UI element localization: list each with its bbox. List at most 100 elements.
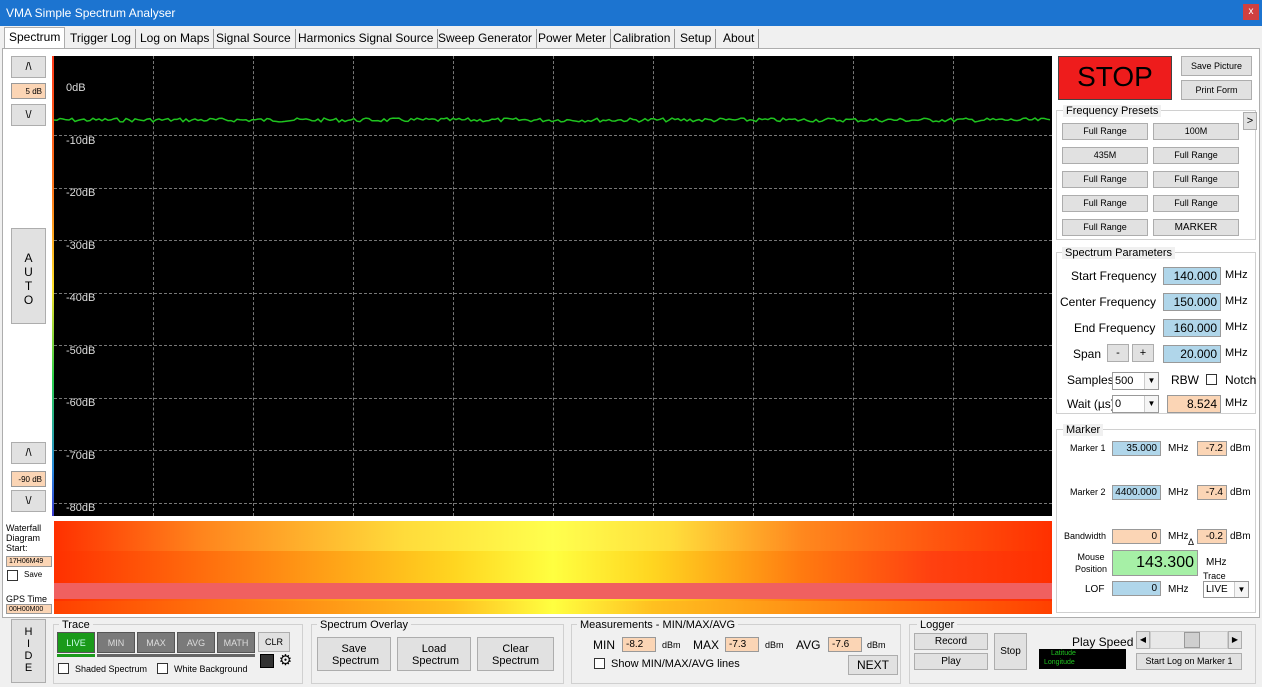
preset-button[interactable]: Full Range	[1062, 123, 1148, 140]
preset-button[interactable]: 435M	[1062, 147, 1148, 164]
marker2-frequency-input[interactable]: 4400.000	[1112, 485, 1161, 500]
marker-title: Marker	[1063, 424, 1104, 436]
longitude-label: Longitude	[1044, 659, 1075, 666]
white-background-checkbox[interactable]	[157, 663, 168, 674]
preset-button[interactable]: Full Range	[1153, 195, 1239, 212]
preset-button[interactable]: Full Range	[1153, 171, 1239, 188]
dbm-unit: dBm	[1230, 487, 1251, 498]
spectrum-parameters-title: Spectrum Parameters	[1062, 247, 1175, 259]
show-lines-label: Show MIN/MAX/AVG lines	[611, 658, 740, 670]
lof-label: LOF	[1085, 584, 1105, 595]
clear-spectrum-button[interactable]: Clear Spectrum	[477, 637, 554, 671]
trace-avg-button[interactable]: AVG	[177, 632, 215, 653]
mhz-unit: MHz	[1225, 397, 1248, 409]
max-label: MAX	[693, 638, 720, 652]
measurements-title: Measurements - MIN/MAX/AVG	[577, 619, 739, 631]
bandwidth-label: Bandwidth	[1064, 531, 1107, 541]
save-spectrum-button[interactable]: Save Spectrum	[317, 637, 391, 671]
center-frequency-input[interactable]: 150.000	[1163, 293, 1221, 311]
trace-math-button[interactable]: MATH	[217, 632, 255, 653]
spectrum-plot[interactable]: 0dB -10dB -20dB -30dB -40dB -50dB -60dB …	[54, 56, 1052, 516]
save-waterfall-checkbox[interactable]	[7, 570, 18, 581]
preset-button[interactable]: Full Range	[1062, 195, 1148, 212]
tab-trigger-log[interactable]: Trigger Log	[66, 29, 136, 49]
close-button[interactable]: x	[1243, 4, 1259, 20]
max-value: -7.3	[725, 637, 759, 652]
start-log-button[interactable]: Start Log on Marker 1	[1136, 653, 1242, 670]
wait-label: Wait (µs)	[1067, 397, 1115, 411]
mhz-unit: MHz	[1168, 443, 1189, 454]
play-speed-slider[interactable]	[1150, 631, 1228, 649]
trace-min-button[interactable]: MIN	[97, 632, 135, 653]
waterfall-diagram[interactable]	[54, 521, 1052, 614]
lof-input[interactable]: 0	[1112, 581, 1161, 596]
chevron-down-icon: ▼	[1234, 582, 1248, 597]
marker1-frequency-input[interactable]: 35.000	[1112, 441, 1161, 456]
span-increase-button[interactable]: +	[1132, 344, 1154, 362]
tab-sweep-generator[interactable]: Sweep Generator	[434, 29, 538, 49]
mhz-unit: MHz	[1225, 321, 1248, 333]
mhz-unit: MHz	[1225, 295, 1248, 307]
waterfall-band	[54, 521, 1052, 551]
bottom-level-value: -90 dB	[11, 471, 46, 487]
trace-select[interactable]: LIVE ▼	[1203, 581, 1249, 598]
trace-live-button[interactable]: LIVE	[57, 632, 95, 653]
auto-button[interactable]: AUTO	[11, 228, 46, 324]
tab-calibration[interactable]: Calibration	[609, 29, 676, 49]
play-button[interactable]: Play	[914, 653, 988, 670]
hide-button[interactable]: HIDE	[11, 619, 46, 683]
trace-indicator-bar	[97, 654, 255, 657]
next-button[interactable]: NEXT	[848, 655, 898, 675]
bandwidth-level: -0.2	[1197, 529, 1227, 544]
notch-checkbox[interactable]	[1206, 374, 1217, 385]
tab-spectrum[interactable]: Spectrum	[4, 27, 66, 49]
preset-button[interactable]: Full Range	[1153, 147, 1239, 164]
slider-right-button[interactable]: ▶	[1228, 631, 1242, 649]
shaded-spectrum-checkbox[interactable]	[58, 663, 69, 674]
min-label: MIN	[593, 638, 615, 652]
tab-power-meter[interactable]: Power Meter	[534, 29, 612, 49]
presets-more-button[interactable]: >	[1243, 112, 1257, 130]
samples-select[interactable]: 500 ▼	[1112, 372, 1159, 390]
tab-signal-source[interactable]: Signal Source	[212, 29, 296, 49]
span-decrease-button[interactable]: -	[1107, 344, 1129, 362]
save-picture-button[interactable]: Save Picture	[1181, 56, 1252, 76]
logger-stop-button[interactable]: Stop	[994, 633, 1027, 670]
preset-button[interactable]: 100M	[1153, 123, 1239, 140]
span-input[interactable]: 20.000	[1163, 345, 1221, 363]
top-level-down-button[interactable]: \/	[11, 104, 46, 126]
print-form-button[interactable]: Print Form	[1181, 80, 1252, 100]
save-waterfall-label: Save	[24, 570, 43, 579]
mhz-unit: MHz	[1168, 487, 1189, 498]
record-button[interactable]: Record	[914, 633, 988, 650]
tab-log-on-maps[interactable]: Log on Maps	[136, 29, 215, 49]
tab-harmonics-signal-source[interactable]: Harmonics Signal Source	[294, 29, 439, 49]
save-icon[interactable]	[260, 654, 274, 668]
wait-select[interactable]: 0 ▼	[1112, 395, 1159, 413]
gps-time-label: GPS Time	[6, 594, 48, 604]
slider-left-button[interactable]: ◀	[1136, 631, 1150, 649]
tab-about[interactable]: About	[719, 29, 760, 49]
bottom-level-down-button[interactable]: \/	[11, 490, 46, 512]
end-frequency-input[interactable]: 160.000	[1163, 319, 1221, 337]
preset-button[interactable]: Full Range	[1062, 171, 1148, 188]
samples-value: 500	[1115, 375, 1134, 387]
bottom-level-up-button[interactable]: /\	[11, 442, 46, 464]
marker1-level: -7.2	[1197, 441, 1227, 456]
show-lines-checkbox[interactable]	[594, 658, 605, 669]
bandwidth-value: 0	[1112, 529, 1161, 544]
slider-thumb[interactable]	[1184, 632, 1200, 648]
load-spectrum-button[interactable]: Load Spectrum	[397, 637, 471, 671]
mouse-position-value: 143.300	[1112, 550, 1198, 576]
tab-setup[interactable]: Setup	[676, 29, 717, 49]
samples-label: Samples	[1067, 373, 1114, 387]
preset-button[interactable]: Full Range	[1062, 219, 1148, 236]
marker-preset-button[interactable]: MARKER	[1153, 219, 1239, 236]
title-bar: VMA Simple Spectrum Analyser	[0, 0, 1262, 26]
start-frequency-input[interactable]: 140.000	[1163, 267, 1221, 285]
top-level-up-button[interactable]: /\	[11, 56, 46, 78]
gear-icon[interactable]: ⚙	[277, 652, 294, 669]
trace-max-button[interactable]: MAX	[137, 632, 175, 653]
stop-button[interactable]: STOP	[1058, 56, 1172, 100]
clear-trace-button[interactable]: CLR	[258, 632, 290, 652]
